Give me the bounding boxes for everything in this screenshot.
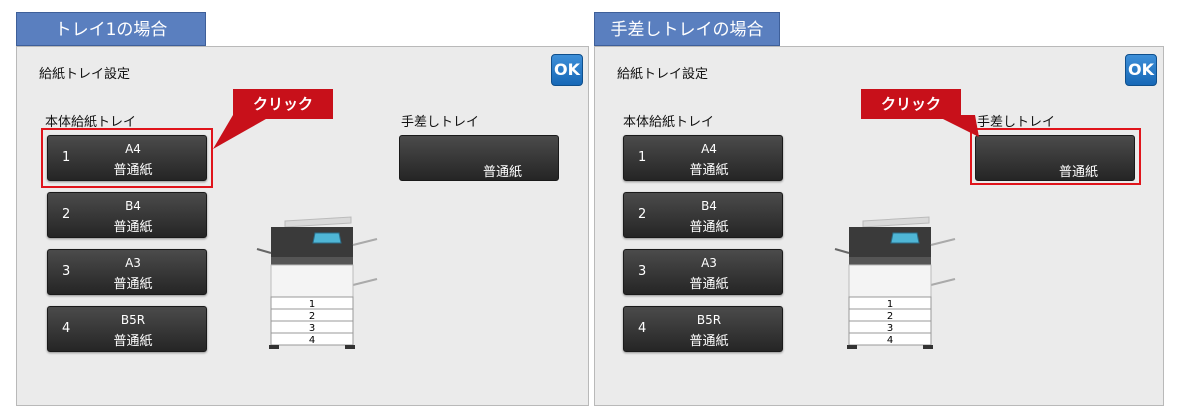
printer-tray-number: 3 [887, 323, 893, 334]
panel-title: 給紙トレイ設定 [617, 67, 709, 82]
callout-label: クリック [233, 89, 333, 119]
panel-title: 給紙トレイ設定 [39, 67, 131, 82]
printer-tray-number: 2 [887, 311, 893, 322]
tray-paper-size: A4 [701, 142, 717, 156]
tray-paper-type: 普通紙 [113, 220, 153, 235]
printer-illustration: 1 2 3 4 [834, 216, 956, 349]
callout-label: クリック [861, 89, 961, 119]
printer-tray-number: 3 [309, 323, 315, 334]
tray-settings-panel-tray1: 給紙トレイ設定 OK 本体給紙トレイ 手差しトレイ 1 A4 普通紙 2 B4 … [16, 46, 589, 406]
manual-tray-button[interactable]: 普通紙 [399, 135, 559, 181]
printer-tray-number: 1 [887, 299, 893, 310]
tray-paper-type: 普通紙 [689, 277, 729, 292]
scenario-header-tray1: トレイ1の場合 [16, 12, 206, 46]
tray-3-button[interactable]: 3 A3 普通紙 [47, 249, 207, 295]
click-callout: クリック [233, 89, 333, 119]
manual-tray-label: 手差しトレイ [401, 115, 480, 130]
tray-paper-size: B4 [701, 199, 717, 213]
tray-paper-size: A3 [701, 256, 717, 270]
tray-paper-type: 普通紙 [689, 220, 729, 235]
tray-paper-type: 普通紙 [113, 277, 153, 292]
printer-illustration: 1 2 3 4 [256, 216, 378, 349]
ok-button[interactable]: OK [1125, 54, 1157, 86]
scenario-header-manual-tray: 手差しトレイの場合 [594, 12, 780, 46]
click-highlight [41, 128, 213, 188]
tray-2-button[interactable]: 2 B4 普通紙 [623, 192, 783, 238]
printer-tray-number: 2 [309, 311, 315, 322]
tray-2-button[interactable]: 2 B4 普通紙 [47, 192, 207, 238]
manual-tray-paper-type: 普通紙 [482, 165, 522, 180]
printer-tray-number: 4 [887, 335, 893, 346]
main-tray-label: 本体給紙トレイ [623, 115, 715, 130]
tray-1-button[interactable]: 1 A4 普通紙 [623, 135, 783, 181]
tray-paper-size: A3 [125, 256, 141, 270]
tray-settings-panel-manual: 給紙トレイ設定 OK 本体給紙トレイ 手差しトレイ 1 A4 普通紙 2 B4 … [594, 46, 1164, 406]
tray-paper-type: 普通紙 [113, 334, 153, 349]
tray-paper-type: 普通紙 [689, 163, 729, 178]
tray-4-button[interactable]: 4 B5R 普通紙 [47, 306, 207, 352]
click-highlight [970, 128, 1141, 185]
printer-tray-number: 1 [309, 299, 315, 310]
tray-paper-size: B4 [125, 199, 141, 213]
tray-paper-type: 普通紙 [689, 334, 729, 349]
tray-paper-size: B5R [696, 313, 722, 327]
printer-tray-number: 4 [309, 335, 315, 346]
tray-paper-size: B5R [120, 313, 146, 327]
tray-3-button[interactable]: 3 A3 普通紙 [623, 249, 783, 295]
click-callout: クリック [861, 89, 961, 119]
tray-4-button[interactable]: 4 B5R 普通紙 [623, 306, 783, 352]
ok-button[interactable]: OK [551, 54, 583, 86]
